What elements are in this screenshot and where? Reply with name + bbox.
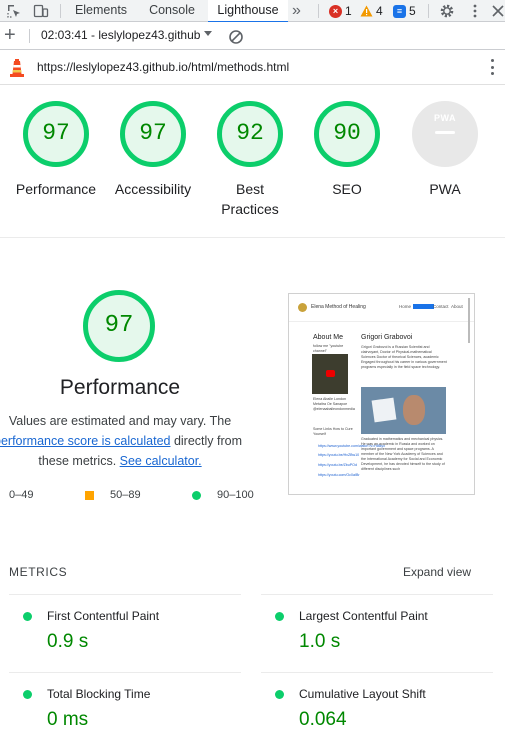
gauge-best-practices[interactable]: 92 Best Practices	[200, 101, 300, 219]
new-report-button[interactable]: +	[4, 25, 16, 45]
metric-first-contentful-paint: First Contentful Paint 0.9 s	[9, 594, 241, 672]
pass-circle-icon	[23, 690, 32, 699]
tab-lighthouse[interactable]: Lighthouse	[208, 0, 288, 23]
message-icon: ≡	[393, 4, 406, 18]
pass-circle-icon	[275, 690, 284, 699]
play-icon	[326, 370, 335, 377]
performance-title: Performance	[59, 376, 181, 399]
more-tabs-button[interactable]: »	[292, 0, 308, 22]
chevron-down-icon[interactable]	[204, 31, 212, 36]
report-url[interactable]: https://leslylopez43.github.io/html/meth…	[37, 60, 289, 74]
gauge-label: Accessibility	[114, 181, 192, 197]
pwa-badge-icon: PWA	[412, 101, 478, 167]
pass-circle-icon	[23, 612, 32, 621]
score-ring: 97	[23, 101, 89, 167]
more-options-icon[interactable]	[467, 3, 483, 19]
site-logo	[298, 303, 307, 312]
messages-count-badge[interactable]: ≡ 5	[393, 3, 416, 19]
gauge-label: Best Practices	[221, 181, 279, 217]
legend-average: 50–89	[85, 489, 141, 501]
clear-reports-icon[interactable]	[228, 29, 244, 45]
tab-elements[interactable]: Elements	[66, 0, 136, 22]
performance-score-ring: 97	[83, 290, 155, 362]
settings-gear-icon[interactable]	[439, 3, 455, 19]
warning-count-badge[interactable]: 4	[360, 3, 383, 19]
report-menu-icon[interactable]	[491, 59, 495, 75]
final-screenshot-thumbnail[interactable]: Elena Method of Healing Home Methods Con…	[288, 293, 475, 495]
error-icon: ×	[329, 4, 342, 18]
average-square-icon	[85, 490, 94, 500]
pass-circle-icon	[275, 612, 284, 621]
tab-console[interactable]: Console	[138, 0, 206, 22]
thumb-site-header: Elena Method of Healing Home Methods Con…	[289, 294, 474, 322]
gauge-seo[interactable]: 90 SEO	[297, 101, 397, 199]
pass-circle-icon	[192, 490, 201, 500]
error-count-badge[interactable]: × 1	[329, 3, 352, 19]
device-toolbar-icon[interactable]	[33, 3, 49, 19]
report-url-bar: https://leslylopez43.github.io/html/meth…	[0, 50, 505, 85]
devtools-tab-bar: Elements Console Lighthouse » × 1 4 ≡ 5	[0, 0, 505, 23]
close-devtools-icon[interactable]	[490, 3, 505, 19]
metrics-heading: METRICS	[9, 565, 68, 579]
metric-total-blocking-time: Total Blocking Time 0 ms	[9, 672, 241, 731]
score-calculated-link[interactable]: performance score is calculated	[0, 434, 170, 448]
score-ring: 90	[314, 101, 380, 167]
report-select[interactable]: 02:03:41 - leslylopez43.github	[41, 28, 200, 42]
lighthouse-logo-icon	[10, 59, 24, 77]
score-gauges: 97 Performance 97 Accessibility 92 Best …	[0, 85, 505, 238]
legend-fail: 0–49	[9, 489, 34, 501]
expand-view-toggle[interactable]: Expand view	[403, 565, 471, 579]
gauge-accessibility[interactable]: 97 Accessibility	[103, 101, 203, 199]
grabovoi-photo-image	[361, 387, 446, 434]
gauge-performance[interactable]: 97 Performance	[6, 101, 106, 199]
inspect-element-icon[interactable]	[6, 3, 22, 19]
legend-pass: 90–100	[192, 489, 254, 501]
youtube-thumbnail-image	[312, 354, 348, 394]
gauge-label: Performance	[15, 181, 97, 197]
see-calculator-link[interactable]: See calculator.	[120, 454, 202, 468]
score-ring: 97	[120, 101, 186, 167]
gauge-label: SEO	[332, 181, 362, 197]
gauge-label: PWA	[429, 181, 461, 197]
thumb-scrollbar	[468, 298, 470, 343]
metric-largest-contentful-paint: Largest Contentful Paint 1.0 s	[261, 594, 493, 672]
performance-description: Values are estimated and may vary. The p…	[0, 411, 242, 471]
score-ring: 92	[217, 101, 283, 167]
metric-cumulative-layout-shift: Cumulative Layout Shift 0.064	[261, 672, 493, 731]
warning-icon	[360, 5, 373, 17]
gauge-pwa[interactable]: PWA PWA	[395, 101, 495, 199]
lighthouse-toolbar: + 02:03:41 - leslylopez43.github	[0, 22, 505, 50]
